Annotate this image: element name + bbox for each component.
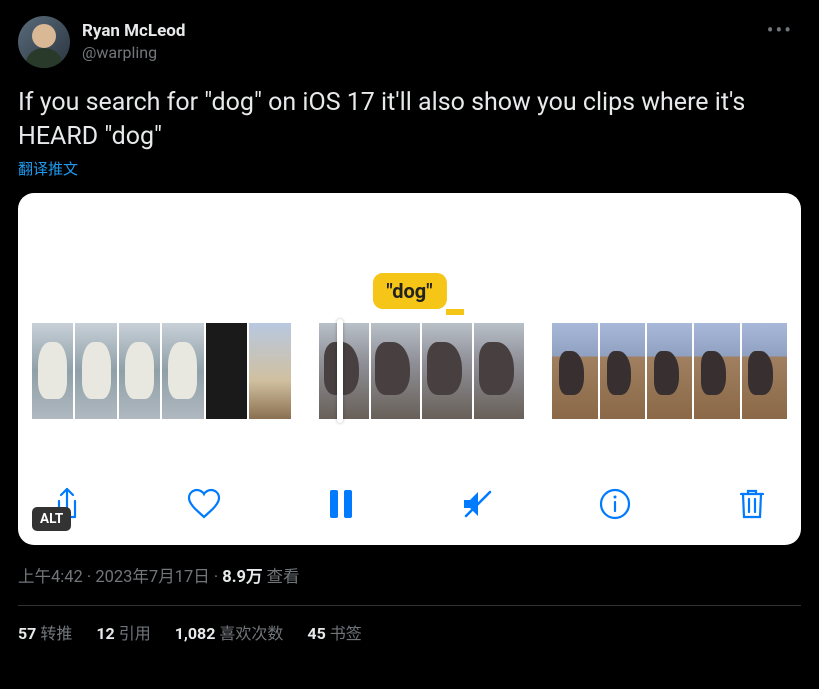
video-frame xyxy=(162,323,203,419)
meta-row: 上午4:42 · 2023年7月17日 · 8.9万 查看 xyxy=(18,563,801,587)
search-term-label: "dog" xyxy=(372,273,446,309)
heart-icon[interactable] xyxy=(185,485,223,523)
video-frame xyxy=(742,323,787,419)
avatar[interactable] xyxy=(18,16,70,68)
trash-icon[interactable] xyxy=(733,485,771,523)
views-count: 8.9万 xyxy=(222,568,262,587)
mute-icon[interactable] xyxy=(459,485,497,523)
video-frame xyxy=(32,323,73,419)
tweet-date[interactable]: 2023年7月17日 xyxy=(95,568,209,587)
video-frame xyxy=(119,323,160,419)
clip-group-1[interactable] xyxy=(32,323,291,419)
bookmarks-stat[interactable]: 45书签 xyxy=(307,620,361,644)
video-frame xyxy=(371,323,421,419)
user-names: Ryan McLeod @warpling xyxy=(82,21,185,62)
likes-stat[interactable]: 1,082喜欢次数 xyxy=(175,620,284,644)
pause-icon[interactable] xyxy=(322,485,360,523)
tweet-header: Ryan McLeod @warpling ••• xyxy=(18,16,801,68)
video-frame xyxy=(319,323,369,419)
user-handle[interactable]: @warpling xyxy=(82,43,185,63)
meta-sep: · xyxy=(210,568,223,587)
retweets-stat[interactable]: 57转推 xyxy=(18,620,72,644)
translate-link[interactable]: 翻译推文 xyxy=(18,160,78,178)
divider xyxy=(18,605,801,606)
video-frame xyxy=(206,323,247,419)
views-label: 查看 xyxy=(262,568,299,587)
video-frame xyxy=(694,323,739,419)
video-frame xyxy=(552,323,597,419)
match-marker xyxy=(446,309,464,315)
stats-row: 57转推 12引用 1,082喜欢次数 45书签 xyxy=(18,620,801,644)
more-icon[interactable]: ••• xyxy=(759,16,801,44)
clip-group-3[interactable] xyxy=(552,323,787,419)
meta-sep: · xyxy=(83,568,96,587)
video-frame xyxy=(474,323,524,419)
playhead[interactable] xyxy=(337,319,343,423)
quotes-stat[interactable]: 12引用 xyxy=(96,620,150,644)
video-frame xyxy=(75,323,116,419)
tweet-body: If you search for "dog" on iOS 17 it'll … xyxy=(18,86,801,154)
info-icon[interactable] xyxy=(596,485,634,523)
tweet-time[interactable]: 上午4:42 xyxy=(18,568,83,587)
media-card[interactable]: "dog" xyxy=(18,193,801,545)
video-timeline[interactable] xyxy=(32,323,787,419)
video-frame xyxy=(647,323,692,419)
video-frame xyxy=(422,323,472,419)
user-block[interactable]: Ryan McLeod @warpling xyxy=(18,16,185,68)
media-toolbar xyxy=(48,485,771,523)
video-frame xyxy=(249,323,290,419)
alt-badge[interactable]: ALT xyxy=(32,507,71,531)
video-frame xyxy=(600,323,645,419)
clip-group-2[interactable] xyxy=(319,323,525,419)
tweet-container: Ryan McLeod @warpling ••• If you search … xyxy=(0,0,819,660)
display-name[interactable]: Ryan McLeod xyxy=(82,21,185,42)
